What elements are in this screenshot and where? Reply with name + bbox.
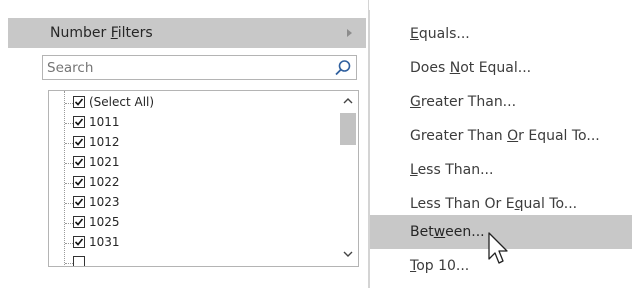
scroll-down-icon[interactable] — [342, 249, 354, 259]
values-list: (Select All) 1011 1012 1021 1022 1023 10… — [48, 90, 359, 267]
mouse-pointer-icon — [488, 232, 508, 264]
submenu-arrow-icon — [347, 29, 352, 37]
menu-item-label: Equals... — [410, 26, 470, 42]
list-item[interactable]: 1031 — [49, 234, 329, 252]
menu-item-label: Top 10... — [410, 258, 470, 274]
menu-item-does-not-equal[interactable]: Does Not Equal... — [370, 51, 632, 85]
scrollbar-thumb[interactable] — [340, 113, 356, 145]
number-filters-menu-item[interactable]: Number Filters — [8, 18, 366, 48]
search-icon[interactable] — [333, 58, 353, 78]
menu-item-label: Less Than... — [410, 162, 494, 178]
list-item-partial[interactable] — [49, 254, 329, 266]
checkbox-checked-icon[interactable] — [73, 176, 85, 188]
background-sheet — [465, 0, 634, 10]
checkbox-checked-icon[interactable] — [73, 156, 85, 168]
list-item[interactable]: 1011 — [49, 114, 329, 132]
list-item[interactable]: 1025 — [49, 214, 329, 232]
list-item-select-all[interactable]: (Select All) — [49, 94, 329, 112]
list-item[interactable]: 1021 — [49, 154, 329, 172]
menu-item-label: Between... — [410, 224, 485, 240]
checkbox-partial-icon[interactable] — [73, 256, 85, 266]
list-item-label: 1011 — [89, 115, 120, 129]
list-item-label: 1031 — [89, 235, 120, 249]
menu-item-less-than[interactable]: Less Than... — [370, 153, 632, 187]
checkbox-checked-icon[interactable] — [73, 236, 85, 248]
list-item-label: 1025 — [89, 215, 120, 229]
list-item[interactable]: 1022 — [49, 174, 329, 192]
checkbox-checked-icon[interactable] — [73, 116, 85, 128]
menu-item-greater-than[interactable]: Greater Than... — [370, 85, 632, 119]
list-item[interactable]: 1012 — [49, 134, 329, 152]
menu-item-label: Greater Than... — [410, 94, 517, 110]
menu-item-label: Less Than Or Equal To... — [410, 196, 578, 212]
search-field[interactable] — [42, 55, 357, 80]
checkbox-checked-icon[interactable] — [73, 136, 85, 148]
list-item-label: 1022 — [89, 175, 120, 189]
list-item-label: 1023 — [89, 195, 120, 209]
list-item-label: 1021 — [89, 155, 120, 169]
menu-item-greater-than-or-equal[interactable]: Greater Than Or Equal To... — [370, 119, 632, 153]
menu-item-label: Greater Than Or Equal To... — [410, 128, 600, 144]
list-item-label: 1012 — [89, 135, 120, 149]
search-input[interactable] — [47, 60, 317, 76]
checkbox-checked-icon[interactable] — [73, 96, 85, 108]
list-scrollbar[interactable] — [338, 91, 358, 266]
list-item-label: (Select All) — [89, 95, 155, 109]
number-filters-label: Number Filters — [50, 25, 153, 41]
scroll-up-icon[interactable] — [342, 96, 354, 106]
menu-item-label: Does Not Equal... — [410, 60, 532, 76]
checkbox-checked-icon[interactable] — [73, 196, 85, 208]
list-item[interactable]: 1023 — [49, 194, 329, 212]
checkbox-checked-icon[interactable] — [73, 216, 85, 228]
filter-panel: Number Filters (Select All) 1011 1012 — [0, 0, 369, 288]
menu-item-equals[interactable]: Equals... — [370, 17, 632, 51]
